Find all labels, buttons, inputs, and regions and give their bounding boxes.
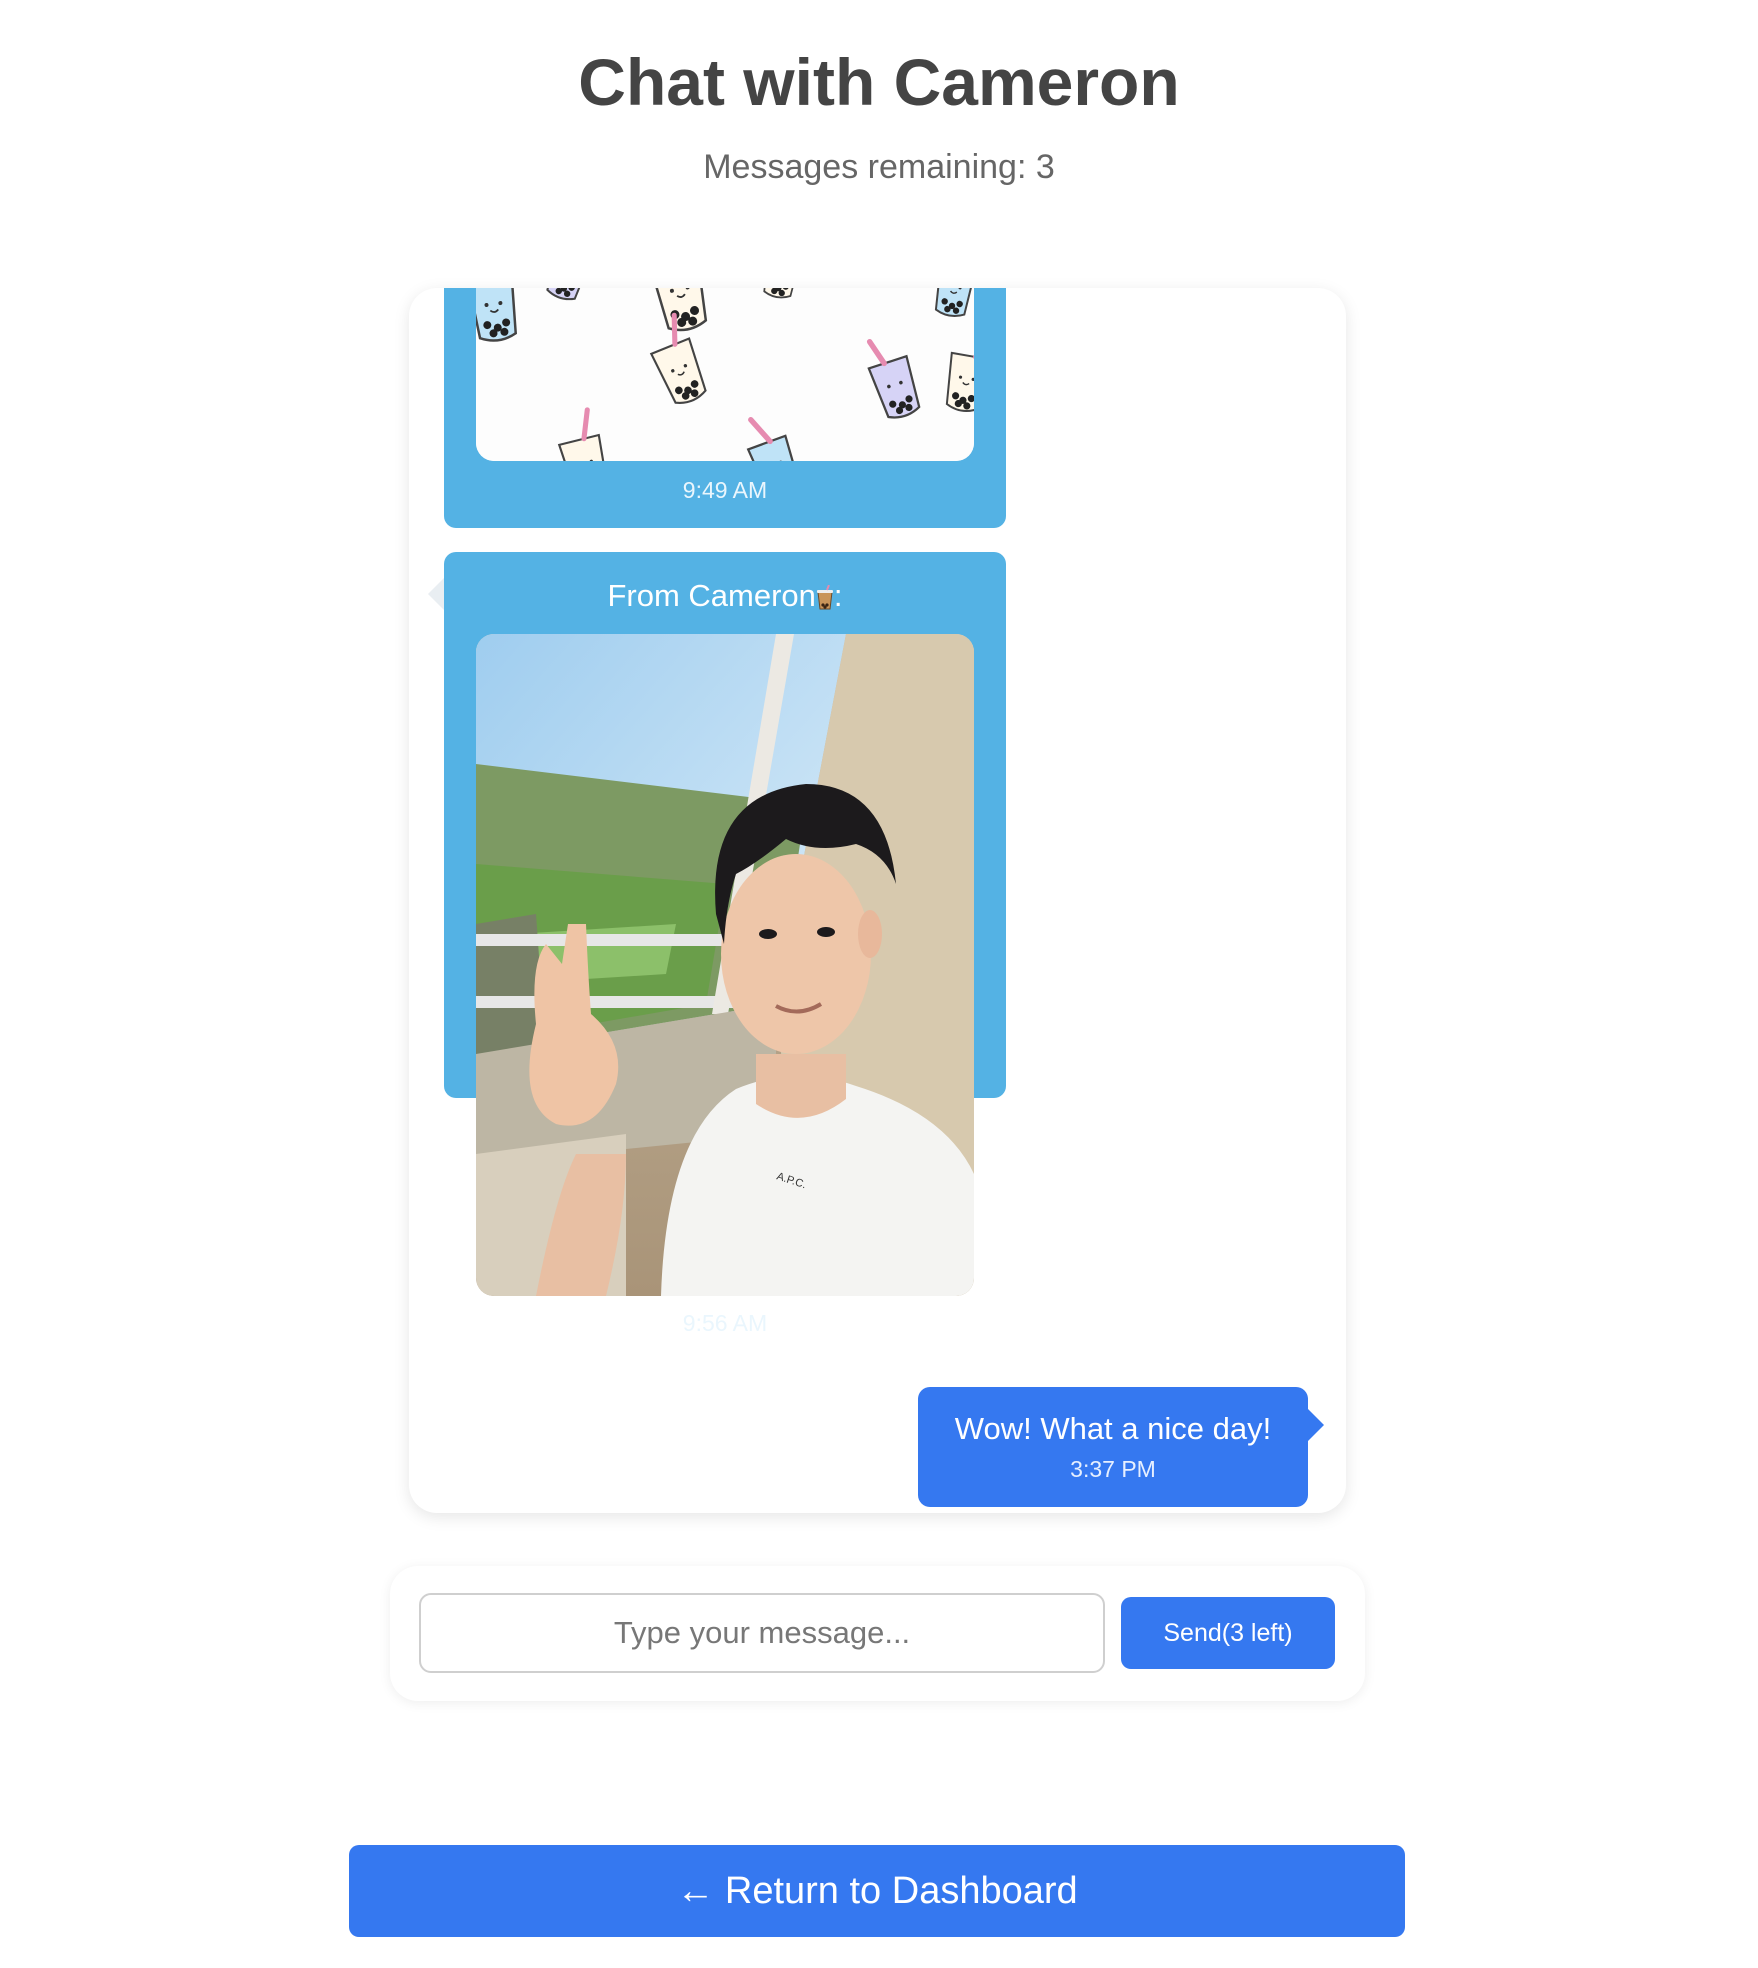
chat-window[interactable]: 9:49 AM From Cameron : A.P.C. 9:56 AM Wo…: [409, 288, 1346, 1513]
message-timestamp: 3:37 PM: [1070, 1456, 1156, 1482]
message-input[interactable]: [419, 1593, 1105, 1673]
sent-message-text: Wow! What a nice day!: [954, 1411, 1272, 1446]
page-title: Chat with Cameron: [578, 45, 1180, 119]
bubble-tail: [1308, 1409, 1324, 1441]
send-button[interactable]: Send(3 left): [1121, 1597, 1335, 1669]
message-composer: Send(3 left): [390, 1566, 1365, 1701]
sender-suffix: :: [833, 578, 843, 613]
bubble-tea-icon: [816, 584, 833, 610]
return-to-dashboard-button[interactable]: ← Return to Dashboard: [349, 1845, 1405, 1937]
selfie-photo[interactable]: A.P.C.: [476, 634, 974, 1296]
sender-name: From Cameron: [607, 578, 816, 613]
received-message: 9:49 AM: [444, 288, 1006, 528]
bubble-tail: [428, 578, 444, 610]
message-timestamp: 9:56 AM: [682, 1310, 768, 1336]
sent-message: Wow! What a nice day! 3:37 PM: [918, 1387, 1324, 1507]
sender-label: From Cameron :: [444, 578, 1006, 614]
bubble-tea-pattern-image-art: [476, 288, 974, 461]
received-message: From Cameron : A.P.C. 9:56 AM: [428, 552, 1006, 1336]
chat-page: Chat with Cameron Messages remaining: 3: [0, 0, 1758, 1968]
bubble-tea-pattern-image[interactable]: [476, 288, 974, 461]
selfie-photo-art: A.P.C.: [476, 634, 974, 1296]
messages-remaining-label: Messages remaining: 3: [703, 148, 1055, 186]
message-timestamp: 9:49 AM: [682, 477, 768, 503]
